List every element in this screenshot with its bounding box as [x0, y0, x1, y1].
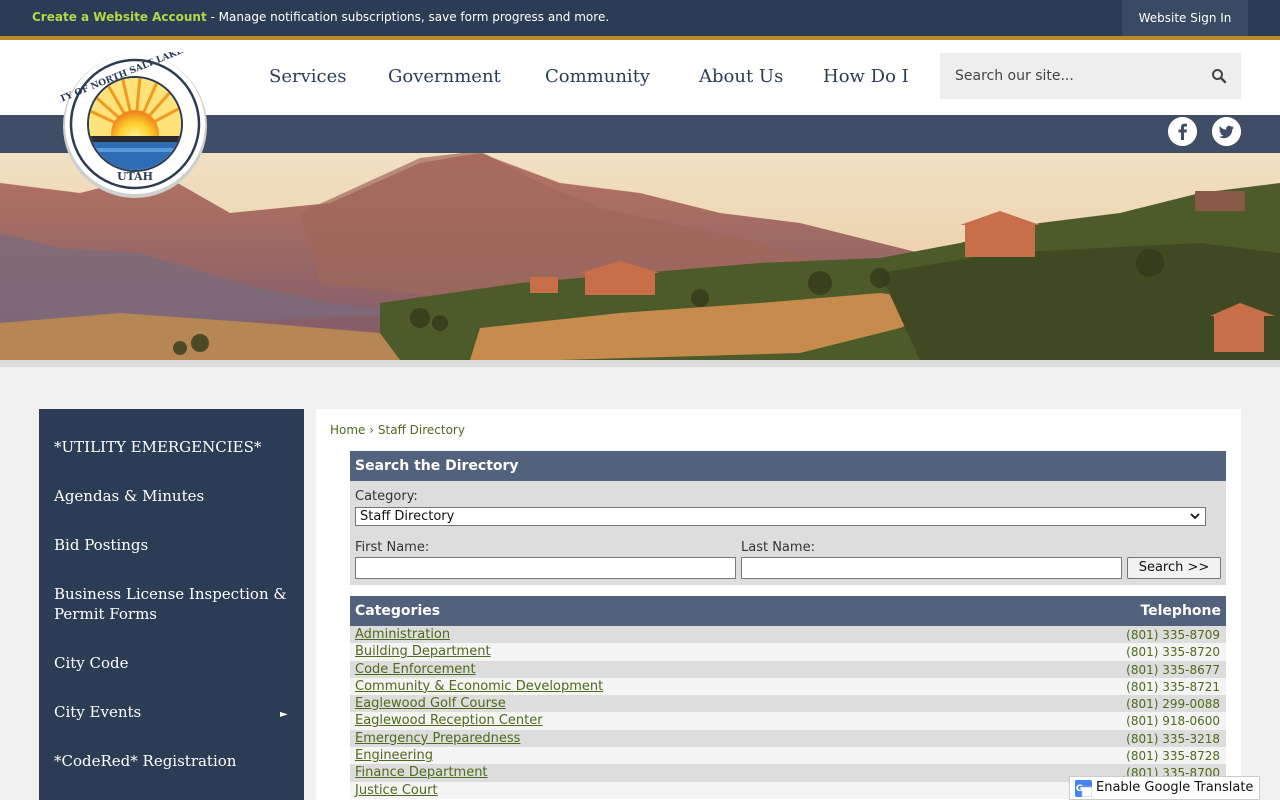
nav-how-do-i[interactable]: How Do I	[823, 66, 909, 87]
sidebar-nav: *UTILITY EMERGENCIES* Agendas & Minutes …	[39, 409, 304, 800]
categories-column-header: Categories	[355, 603, 441, 619]
nav-government[interactable]: Government	[388, 66, 501, 87]
categories-table-header: Categories Telephone	[350, 596, 1226, 626]
top-bar: Create a Website Account - Manage notifi…	[0, 0, 1280, 36]
table-row: Community & Economic Development (801) 3…	[350, 677, 1226, 696]
category-label: Category:	[355, 489, 418, 504]
breadcrumb-current[interactable]: Staff Directory	[378, 423, 465, 437]
category-link[interactable]: Eaglewood Reception Center	[355, 713, 543, 728]
chevron-down-icon	[1190, 513, 1200, 520]
sidebar-item-business-license[interactable]: Business License Inspection & Permit For…	[54, 584, 289, 624]
category-phone[interactable]: (801) 335-8721	[1126, 680, 1220, 694]
category-phone[interactable]: (801) 335-8720	[1126, 645, 1220, 659]
directory-search-panel: Category: Staff Directory First Name: La…	[350, 481, 1226, 585]
facebook-icon[interactable]	[1168, 117, 1197, 146]
first-name-label: First Name:	[355, 540, 430, 555]
translate-label: Enable Google Translate	[1096, 780, 1254, 795]
google-translate-button[interactable]: G Enable Google Translate	[1069, 776, 1260, 800]
last-name-label: Last Name:	[741, 540, 815, 555]
category-link[interactable]: Eaglewood Golf Course	[355, 696, 506, 711]
logo-bottom-text: UTAH	[117, 170, 153, 183]
category-phone[interactable]: (801) 918-0600	[1126, 714, 1220, 728]
breadcrumb: Home › Staff Directory	[330, 423, 465, 437]
category-link[interactable]: Building Department	[355, 644, 491, 659]
category-link[interactable]: Finance Department	[355, 765, 488, 780]
create-account-link[interactable]: Create a Website Account	[32, 10, 207, 24]
sidebar-item-codered-registration[interactable]: *CodeRed* Registration	[54, 751, 289, 771]
sidebar-item-agendas-minutes[interactable]: Agendas & Minutes	[54, 486, 289, 506]
site-search	[940, 53, 1241, 99]
sidebar-item-city-code[interactable]: City Code	[54, 653, 289, 673]
city-seal-logo[interactable]: CITY OF NORTH SALT LAKE UTAH	[60, 52, 210, 198]
search-input[interactable]	[940, 53, 1200, 99]
nav-about-us[interactable]: About Us	[699, 66, 783, 87]
table-row: Engineering (801) 335-8728	[350, 747, 1226, 765]
category-link[interactable]: Community & Economic Development	[355, 679, 603, 694]
table-row: Administration (801) 335-8709	[350, 626, 1226, 644]
category-link[interactable]: Emergency Preparedness	[355, 731, 520, 746]
table-row: Eaglewood Golf Course (801) 299-0088	[350, 695, 1226, 713]
nav-community[interactable]: Community	[545, 66, 650, 87]
telephone-column-header: Telephone	[1140, 603, 1221, 619]
nav-services[interactable]: Services	[269, 66, 346, 87]
table-row: Emergency Preparedness (801) 335-3218	[350, 729, 1226, 748]
breadcrumb-home-link[interactable]: Home	[330, 423, 365, 437]
first-name-field[interactable]	[355, 557, 736, 579]
sidebar-item-utility-emergencies[interactable]: *UTILITY EMERGENCIES*	[54, 437, 289, 457]
table-row: Eaglewood Reception Center (801) 918-060…	[350, 712, 1226, 730]
main-content: Home › Staff Directory Search the Direct…	[316, 409, 1241, 800]
account-banner-text: - Manage notification subscriptions, sav…	[206, 10, 610, 24]
category-phone[interactable]: (801) 335-8728	[1126, 749, 1220, 763]
submenu-arrow-icon[interactable]: ►	[280, 709, 288, 720]
category-phone[interactable]: (801) 335-8677	[1126, 663, 1220, 677]
last-name-field[interactable]	[741, 557, 1122, 579]
categories-table: Administration (801) 335-8709 Building D…	[350, 626, 1226, 799]
table-row: Code Enforcement (801) 335-8677	[350, 660, 1226, 678]
category-phone[interactable]: (801) 299-0088	[1126, 697, 1220, 711]
website-sign-in-button[interactable]: Website Sign In	[1122, 0, 1248, 36]
category-select-value: Staff Directory	[360, 509, 455, 524]
svg-text:G: G	[1076, 784, 1083, 794]
google-translate-icon: G	[1075, 780, 1092, 797]
directory-search-heading: Search the Directory	[350, 451, 1226, 481]
breadcrumb-separator: ›	[369, 423, 375, 437]
table-row: Building Department (801) 335-8720	[350, 643, 1226, 661]
category-phone[interactable]: (801) 335-3218	[1126, 732, 1220, 746]
category-link[interactable]: Code Enforcement	[355, 662, 476, 677]
category-link[interactable]: Engineering	[355, 748, 433, 763]
category-link[interactable]: Justice Court	[355, 783, 438, 798]
search-icon[interactable]	[1210, 67, 1228, 85]
category-link[interactable]: Administration	[355, 627, 450, 642]
category-select[interactable]: Staff Directory	[355, 507, 1206, 526]
sidebar-item-bid-postings[interactable]: Bid Postings	[54, 535, 289, 555]
category-phone[interactable]: (801) 335-8709	[1126, 628, 1220, 642]
twitter-icon[interactable]	[1212, 117, 1241, 146]
directory-search-button[interactable]: Search >>	[1127, 557, 1221, 579]
sidebar-item-city-events[interactable]: City Events	[54, 702, 289, 722]
hero-divider	[0, 360, 1280, 367]
account-banner: Create a Website Account - Manage notifi…	[32, 10, 609, 24]
